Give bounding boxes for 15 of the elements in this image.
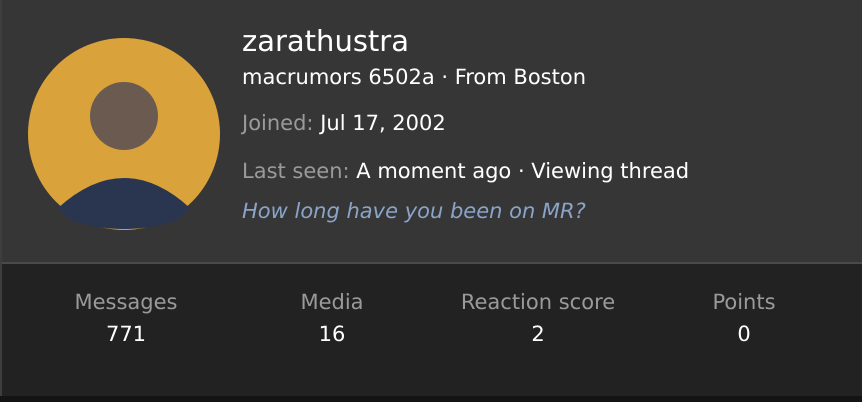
joined-label: Joined: bbox=[242, 111, 314, 135]
stat-value: 16 bbox=[318, 322, 346, 346]
stat-value: 2 bbox=[531, 322, 545, 346]
stat-label: Points bbox=[712, 290, 776, 314]
stat-label: Media bbox=[300, 290, 364, 314]
stat-value: 0 bbox=[737, 322, 751, 346]
last-seen-label: Last seen: bbox=[242, 159, 350, 183]
info-link[interactable]: How long have you been on MR? bbox=[242, 198, 690, 224]
username[interactable]: zarathustra bbox=[242, 22, 690, 60]
stat-label: Reaction score bbox=[460, 290, 616, 314]
last-seen-text: A moment ago · Viewing thread bbox=[356, 159, 690, 183]
stat-value: 771 bbox=[106, 322, 146, 346]
stat-label: Messages bbox=[74, 290, 178, 314]
joined-date: Jul 17, 2002 bbox=[320, 111, 446, 135]
user-title: macrumors 6502a · From Boston bbox=[242, 65, 586, 89]
